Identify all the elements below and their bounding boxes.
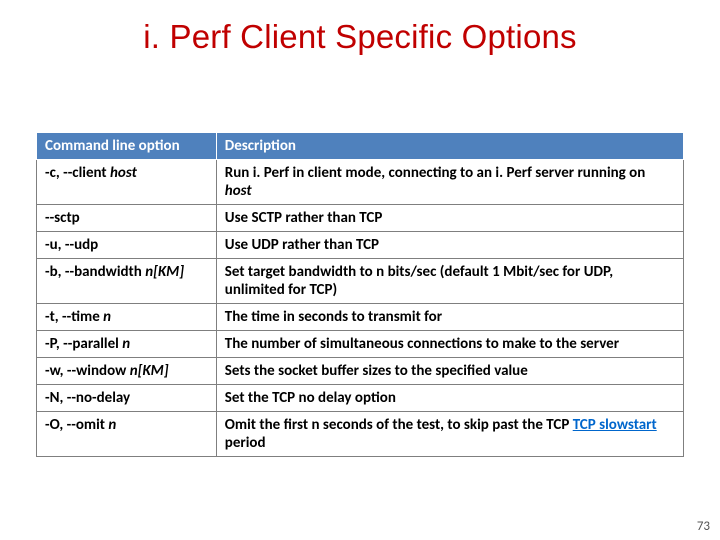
options-table: Command line option Description -c, --cl… (36, 132, 684, 457)
option-arg: host (110, 164, 137, 182)
table-row: -w, --window n[KM] Sets the socket buffe… (37, 358, 684, 385)
option-text: -N, --no-delay (45, 389, 130, 407)
option-text: --sctp (45, 209, 80, 227)
option-text: -w, --window (45, 362, 130, 380)
cell-description: Run i. Perf in client mode, connecting t… (216, 160, 683, 205)
description-text: Use SCTP rather than TCP (225, 209, 383, 227)
cell-description: The number of simultaneous connections t… (216, 331, 683, 358)
description-text: Set the TCP no delay option (225, 389, 396, 407)
cell-description: Set the TCP no delay option (216, 385, 683, 412)
option-arg: n (103, 308, 111, 326)
option-text: -P, --parallel (45, 335, 122, 353)
description-text: The time in seconds to transmit for (225, 308, 442, 326)
options-table-wrap: Command line option Description -c, --cl… (36, 132, 684, 457)
cell-option: -O, --omit n (37, 412, 217, 457)
cell-description: The time in seconds to transmit for (216, 304, 683, 331)
description-text: Run i. Perf in client mode, connecting t… (225, 164, 646, 182)
table-row: -t, --time n The time in seconds to tran… (37, 304, 684, 331)
table-row: -P, --parallel n The number of simultane… (37, 331, 684, 358)
cell-description: Sets the socket buffer sizes to the spec… (216, 358, 683, 385)
cell-option: -c, --client host (37, 160, 217, 205)
option-arg: n[KM] (130, 362, 169, 380)
cell-option: -N, --no-delay (37, 385, 217, 412)
table-row: -N, --no-delay Set the TCP no delay opti… (37, 385, 684, 412)
option-arg: n (108, 416, 116, 434)
table-row: -O, --omit n Omit the first n seconds of… (37, 412, 684, 457)
description-text: Sets the socket buffer sizes to the spec… (225, 362, 528, 380)
page-title: i. Perf Client Specific Options (0, 0, 720, 56)
option-arg: n (122, 335, 130, 353)
table-row: --sctp Use SCTP rather than TCP (37, 205, 684, 232)
option-text: -t, --time (45, 308, 103, 326)
option-text: -O, --omit (45, 416, 108, 434)
cell-option: -w, --window n[KM] (37, 358, 217, 385)
cell-option: --sctp (37, 205, 217, 232)
description-arg: host (225, 182, 252, 200)
slowstart-link[interactable]: TCP slowstart (573, 416, 657, 434)
table-header-row: Command line option Description (37, 133, 684, 160)
cell-option: -t, --time n (37, 304, 217, 331)
option-text: -c, --client (45, 164, 110, 182)
cell-description: Use SCTP rather than TCP (216, 205, 683, 232)
table-row: -b, --bandwidth n[KM] Set target bandwid… (37, 259, 684, 304)
page-number: 73 (697, 519, 710, 534)
description-text: The number of simultaneous connections t… (225, 335, 619, 353)
table-row: -u, --udp Use UDP rather than TCP (37, 232, 684, 259)
description-suffix: period (225, 434, 266, 452)
cell-description: Omit the first n seconds of the test, to… (216, 412, 683, 457)
cell-option: -u, --udp (37, 232, 217, 259)
description-text: Set target bandwidth to n bits/sec (defa… (225, 263, 613, 299)
cell-option: -b, --bandwidth n[KM] (37, 259, 217, 304)
cell-option: -P, --parallel n (37, 331, 217, 358)
option-text: -u, --udp (45, 236, 98, 254)
header-description: Description (216, 133, 683, 160)
option-text: -b, --bandwidth (45, 263, 145, 281)
header-option: Command line option (37, 133, 217, 160)
option-arg: n[KM] (145, 263, 184, 281)
cell-description: Set target bandwidth to n bits/sec (defa… (216, 259, 683, 304)
slide: i. Perf Client Specific Options Command … (0, 0, 720, 540)
table-row: -c, --client host Run i. Perf in client … (37, 160, 684, 205)
description-text: Use UDP rather than TCP (225, 236, 379, 254)
description-text: Omit the first n seconds of the test, to… (225, 416, 573, 434)
cell-description: Use UDP rather than TCP (216, 232, 683, 259)
